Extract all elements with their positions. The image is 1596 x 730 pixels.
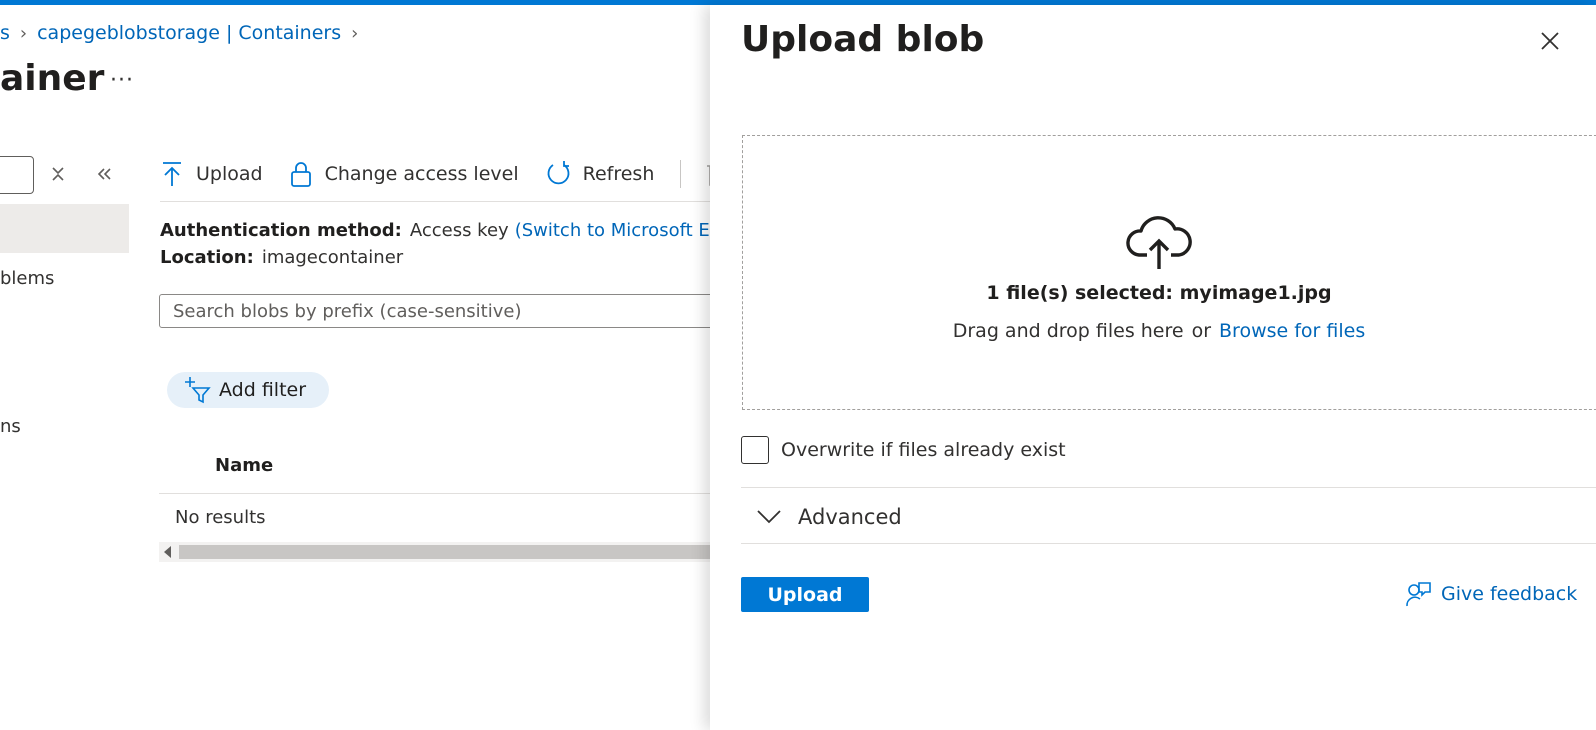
add-filter-button[interactable]: Add filter bbox=[167, 372, 329, 408]
upload-blob-panel: Upload blob 1 file(s) selected: myimage1… bbox=[710, 5, 1596, 730]
upload-icon bbox=[163, 162, 181, 186]
upload-toolbar-button[interactable]: Upload bbox=[160, 160, 263, 188]
toolbar-divider-line bbox=[160, 201, 720, 202]
breadcrumb: s › capegeblobstorage | Containers › bbox=[0, 20, 368, 46]
change-access-level-label: Change access level bbox=[324, 163, 519, 185]
search-blobs-input[interactable]: Search blobs by prefix (case-sensitive) bbox=[159, 294, 759, 328]
location-row: Location: imagecontainer bbox=[160, 247, 403, 268]
scrollbar-thumb[interactable] bbox=[179, 545, 719, 559]
nav-item-fragment[interactable]: ns bbox=[0, 416, 21, 437]
advanced-expander[interactable]: Advanced bbox=[756, 502, 902, 532]
drag-drop-row: Drag and drop files here or Browse for fil… bbox=[710, 320, 1596, 342]
horizontal-scrollbar[interactable] bbox=[159, 542, 719, 562]
page-title: ainer bbox=[0, 58, 105, 99]
add-filter-icon bbox=[185, 377, 211, 404]
drag-drop-text: Drag and drop files here bbox=[952, 320, 1184, 342]
double-chevron-left-icon[interactable] bbox=[94, 162, 114, 186]
refresh-label: Refresh bbox=[582, 163, 655, 185]
toolbar-divider bbox=[680, 160, 682, 188]
give-feedback-label: Give feedback bbox=[1441, 583, 1578, 605]
change-access-level-button[interactable]: Change access level bbox=[289, 160, 519, 188]
location-value: imagecontainer bbox=[261, 247, 404, 268]
search-blobs-placeholder: Search blobs by prefix (case-sensitive) bbox=[173, 301, 522, 322]
command-bar: Upload Change access level Refresh bbox=[160, 152, 727, 196]
empty-state-text: No results bbox=[175, 507, 266, 528]
refresh-icon bbox=[547, 161, 569, 185]
add-filter-label: Add filter bbox=[219, 379, 307, 401]
advanced-divider-bottom bbox=[741, 543, 1596, 544]
auth-method-label: Authentication method: bbox=[160, 220, 402, 241]
chevron-right-icon: › bbox=[19, 22, 28, 44]
give-feedback-link[interactable]: Give feedback bbox=[1405, 581, 1577, 607]
auth-method-value: Access key bbox=[409, 220, 509, 241]
auth-method-row: Authentication method: Access key (Switch … bbox=[160, 220, 747, 241]
panel-title: Upload blob bbox=[741, 19, 985, 60]
grid-divider bbox=[159, 493, 719, 494]
overwrite-checkbox[interactable] bbox=[741, 436, 769, 464]
nav-item-diagnose[interactable]: blems bbox=[0, 268, 54, 289]
browse-files-link[interactable]: Browse for files bbox=[1219, 320, 1365, 342]
column-header-name[interactable]: Name bbox=[215, 455, 273, 476]
overwrite-label[interactable]: Overwrite if files already exist bbox=[781, 439, 1066, 461]
scroll-left-icon[interactable] bbox=[164, 546, 171, 558]
nav-item-selected[interactable] bbox=[0, 204, 129, 253]
upload-button[interactable]: Upload bbox=[741, 577, 869, 612]
file-drop-zone[interactable] bbox=[742, 135, 1596, 410]
more-options-icon[interactable]: ··· bbox=[110, 68, 134, 93]
selected-files-text: 1 file(s) selected: myimage1.jpg bbox=[986, 282, 1332, 304]
cloud-upload-icon bbox=[1126, 216, 1192, 269]
location-label: Location: bbox=[160, 247, 254, 268]
nav-search-input[interactable] bbox=[0, 156, 34, 194]
feedback-icon bbox=[1406, 582, 1431, 607]
collapse-all-icon[interactable] bbox=[48, 162, 68, 186]
upload-toolbar-label: Upload bbox=[196, 163, 263, 185]
lock-icon bbox=[290, 162, 311, 187]
breadcrumb-containers-link[interactable]: capegeblobstorage | Containers bbox=[37, 22, 341, 44]
chevron-down-icon bbox=[757, 510, 781, 524]
or-text: or bbox=[1191, 320, 1212, 342]
advanced-divider-top bbox=[741, 487, 1596, 488]
refresh-button[interactable]: Refresh bbox=[545, 160, 655, 188]
breadcrumb-prev-link[interactable]: s bbox=[0, 22, 10, 44]
chevron-right-icon: › bbox=[351, 22, 359, 44]
advanced-label: Advanced bbox=[798, 505, 902, 529]
close-icon[interactable] bbox=[1538, 29, 1562, 53]
